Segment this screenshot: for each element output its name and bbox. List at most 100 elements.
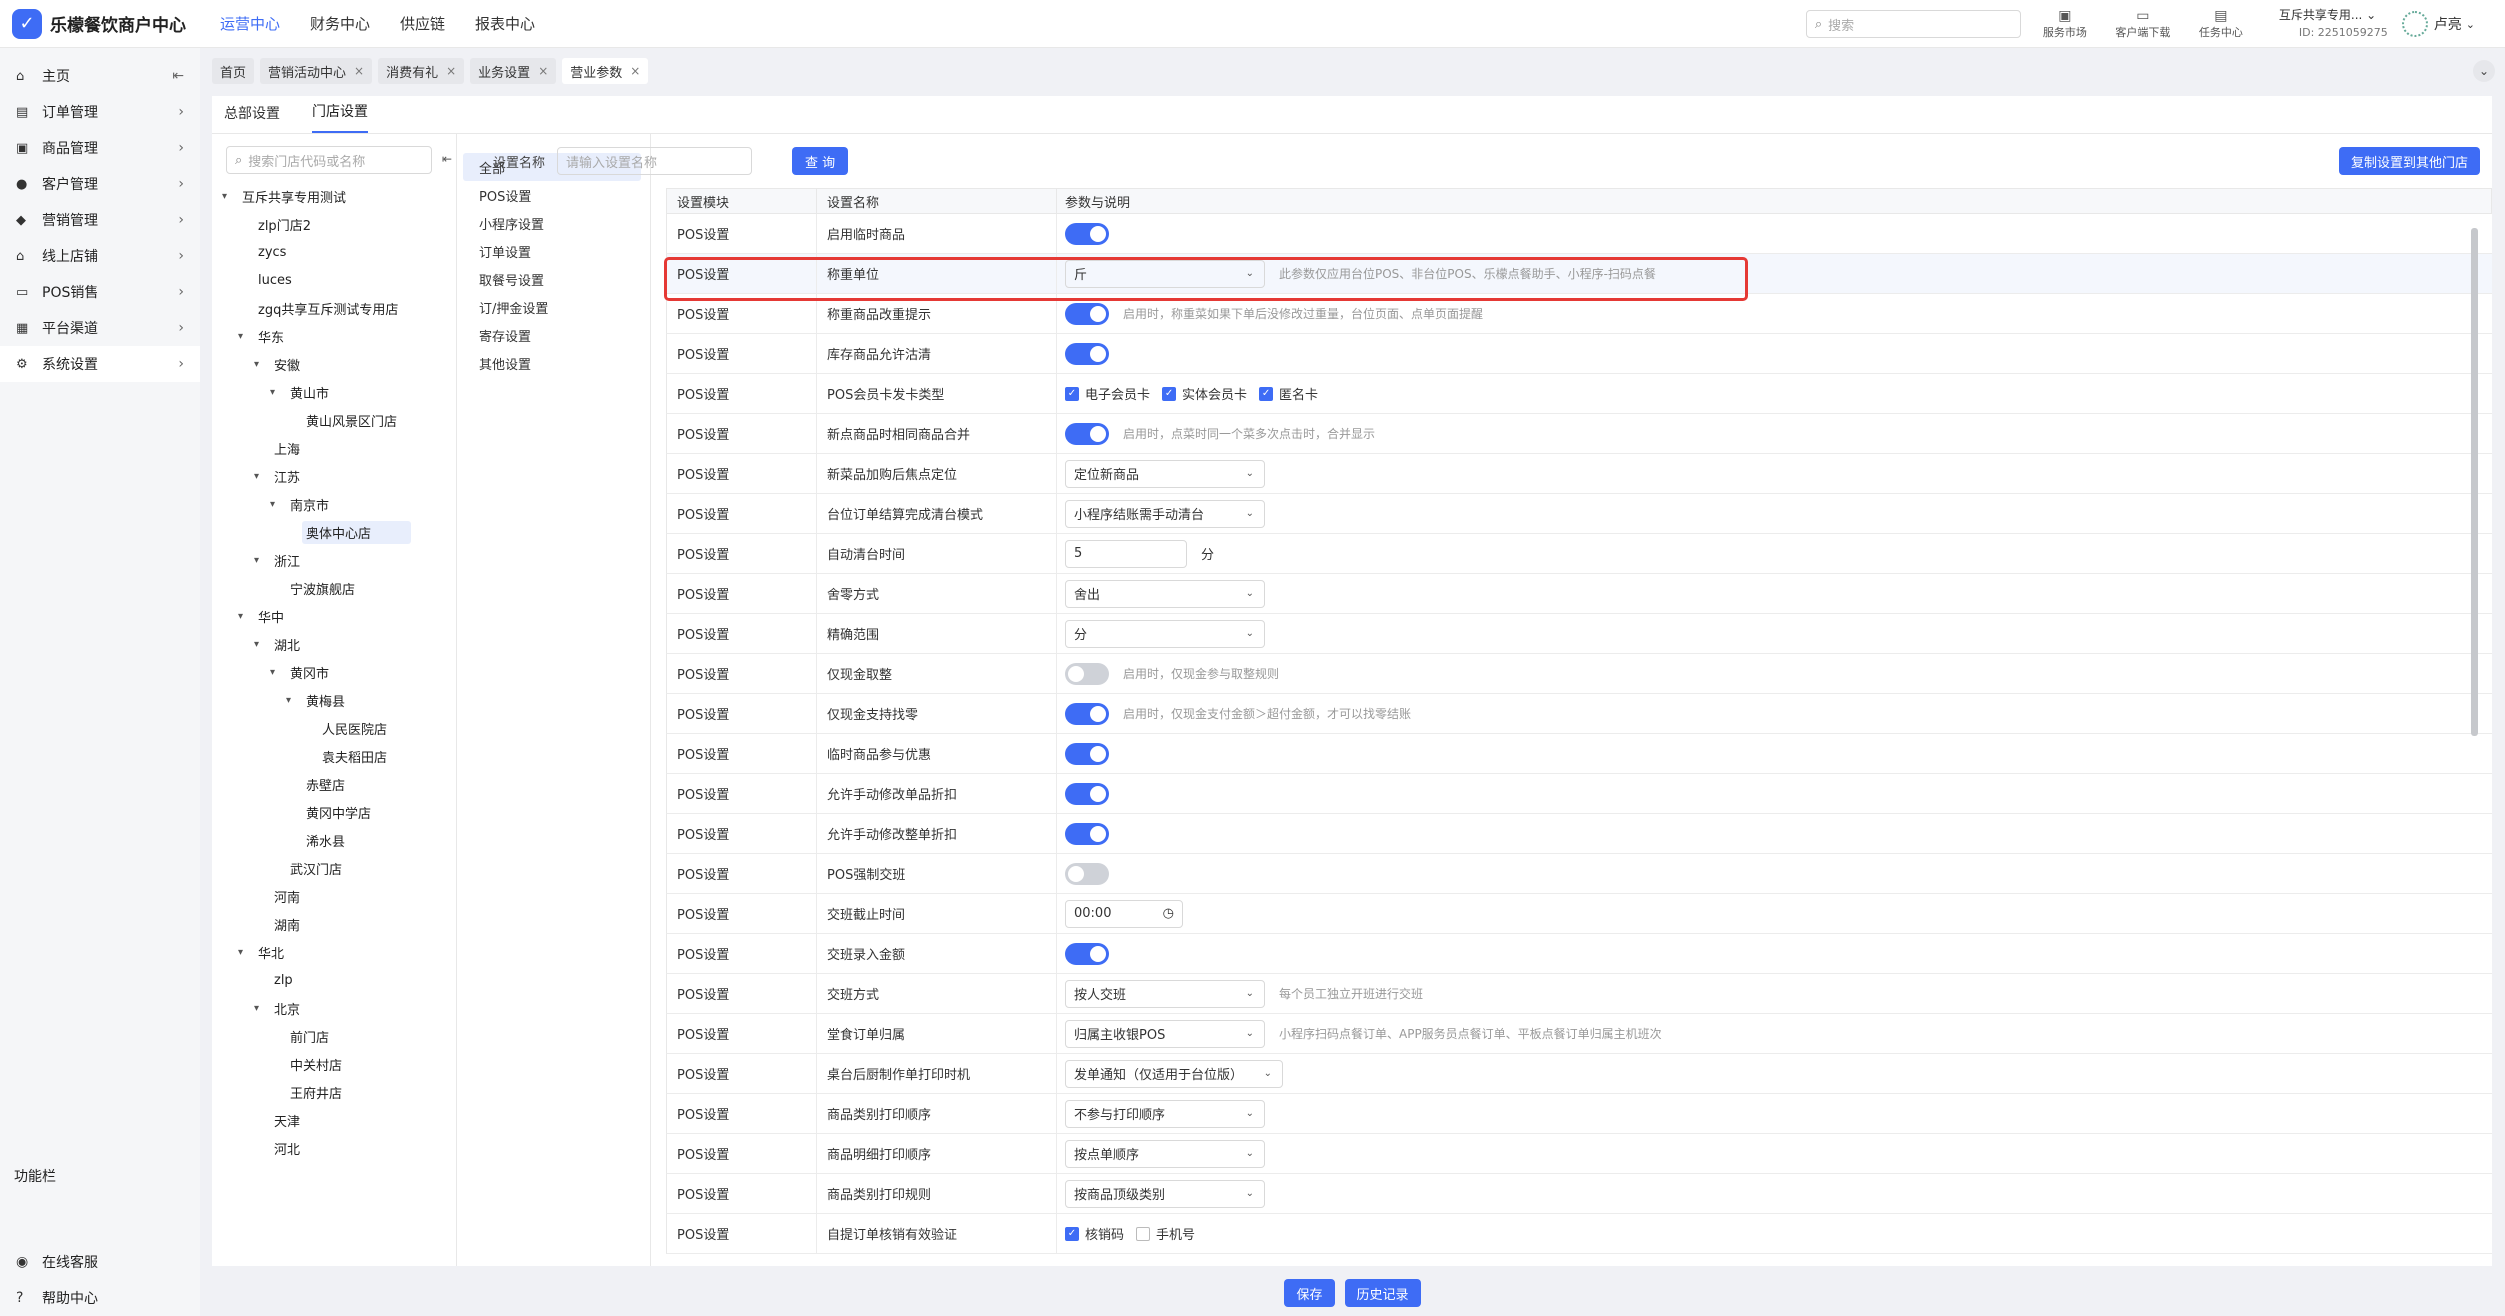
caret-down-icon[interactable]: ▾ [238, 331, 254, 342]
caret-down-icon[interactable]: ▾ [238, 947, 254, 958]
tree-node[interactable]: 宁波旗舰店 [222, 574, 457, 602]
caret-down-icon[interactable]: ▾ [270, 499, 286, 510]
checkbox[interactable]: ✓ 匿名卡 [1259, 384, 1318, 403]
close-icon[interactable]: × [354, 64, 364, 78]
sidebar-item[interactable]: ▣ 商品管理 › [0, 130, 200, 166]
user-menu[interactable]: 卢亮 ⌄ [2401, 11, 2475, 37]
tree-node[interactable]: ▾ 黄山市 [222, 378, 457, 406]
caret-down-icon[interactable]: ▾ [222, 191, 238, 202]
query-button[interactable]: 查 询 [792, 147, 849, 175]
tree-node[interactable]: zlp [222, 966, 457, 994]
page-tab[interactable]: 业务设置 × [470, 58, 557, 84]
header-tool[interactable]: ▣ 服务市场 [2035, 8, 2095, 40]
caret-down-icon[interactable]: ▾ [254, 471, 270, 482]
toggle-switch[interactable] [1065, 942, 1109, 965]
caret-down-icon[interactable]: ▾ [286, 695, 302, 706]
caret-down-icon[interactable]: ▾ [254, 639, 270, 650]
tree-node[interactable]: 武汉门店 [222, 854, 457, 882]
sidebar-item[interactable]: ◆ 营销管理 › [0, 202, 200, 238]
category-item[interactable]: 订/押金设置 [463, 293, 641, 321]
caret-down-icon[interactable]: ▾ [254, 359, 270, 370]
tree-node[interactable]: 奥体中心店 [222, 518, 457, 546]
checkbox[interactable]: ✓ 实体会员卡 [1162, 384, 1247, 403]
select-dropdown[interactable]: 分 ⌄ [1065, 619, 1265, 648]
checkbox[interactable]: ✓ 电子会员卡 [1065, 384, 1150, 403]
page-tab[interactable]: 营销活动中心 × [260, 58, 373, 84]
setting-name-input[interactable]: 请输入设置名称 [557, 147, 753, 175]
caret-down-icon[interactable]: ▾ [270, 387, 286, 398]
tree-node[interactable]: ▾ 互斥共享专用测试 [222, 182, 457, 210]
toggle-switch[interactable] [1065, 742, 1109, 765]
tree-node[interactable]: 人民医院店 [222, 714, 457, 742]
tree-node[interactable]: ▾ 华东 [222, 322, 457, 350]
tree-node[interactable]: 赤壁店 [222, 770, 457, 798]
sidebar-item[interactable]: ⌂ 主页 ⇤ [0, 58, 200, 94]
caret-down-icon[interactable]: ▾ [254, 1003, 270, 1014]
settings-subtab[interactable]: 总部设置 [224, 103, 280, 133]
select-dropdown[interactable]: 按点单顺序 ⌄ [1065, 1139, 1265, 1168]
sidebar-item[interactable]: ⌂ 线上店铺 › [0, 238, 200, 274]
account-switcher[interactable]: 互斥共享专用... ⌄ ID: 2251059275 [2279, 6, 2388, 42]
store-search-input[interactable]: ⌕ 搜索门店代码或名称 [226, 146, 432, 174]
topnav-item[interactable]: 报表中心 [475, 13, 535, 34]
select-dropdown[interactable]: 斤 ⌄ [1065, 259, 1265, 288]
tree-node[interactable]: 上海 [222, 434, 457, 462]
close-icon[interactable]: × [630, 64, 640, 78]
toggle-switch[interactable] [1065, 862, 1109, 885]
tree-node[interactable]: 王府井店 [222, 1078, 457, 1106]
select-dropdown[interactable]: 小程序结账需手动清台 ⌄ [1065, 499, 1265, 528]
tree-node[interactable]: ▾ 安徽 [222, 350, 457, 378]
settings-subtab[interactable]: 门店设置 [312, 101, 368, 133]
checkbox[interactable]: 手机号 [1136, 1224, 1195, 1243]
time-picker[interactable]: 00:00 ◷ [1065, 899, 1183, 928]
tree-node[interactable]: ▾ 华中 [222, 602, 457, 630]
copy-settings-button[interactable]: 复制设置到其他门店 [2338, 147, 2480, 175]
caret-down-icon[interactable]: ▾ [238, 611, 254, 622]
tree-node[interactable]: ▾ 南京市 [222, 490, 457, 518]
topnav-item[interactable]: 供应链 [400, 13, 445, 34]
save-button[interactable]: 保存 [1284, 1279, 1335, 1307]
category-item[interactable]: 寄存设置 [463, 321, 641, 349]
page-tab[interactable]: 营业参数 × [562, 58, 649, 84]
table-scrollbar[interactable] [2471, 228, 2478, 736]
tree-node[interactable]: 黄山风景区门店 [222, 406, 457, 434]
category-item[interactable]: 小程序设置 [463, 209, 641, 237]
select-dropdown[interactable]: 定位新商品 ⌄ [1065, 459, 1265, 488]
global-search-input[interactable]: ⌕ 搜索 [1805, 10, 2021, 38]
tabs-menu-chevron-icon[interactable]: ⌄ [2473, 60, 2495, 82]
tree-node[interactable]: 袁夫稻田店 [222, 742, 457, 770]
header-tool[interactable]: ▭ 客户端下载 [2113, 8, 2173, 40]
collapse-sidebar-icon[interactable]: ⇤ [172, 68, 184, 84]
category-item[interactable]: 取餐号设置 [463, 265, 641, 293]
sidebar-item[interactable]: ▤ 订单管理 › [0, 94, 200, 130]
tree-node[interactable]: 河南 [222, 882, 457, 910]
select-dropdown[interactable]: 不参与打印顺序 ⌄ [1065, 1099, 1265, 1128]
tree-node[interactable]: ▾ 湖北 [222, 630, 457, 658]
tree-node[interactable]: ▾ 北京 [222, 994, 457, 1022]
sidebar-item[interactable]: ⚙ 系统设置 › [0, 346, 200, 382]
category-item[interactable]: 其他设置 [463, 349, 641, 377]
tree-node[interactable]: luces [222, 266, 457, 294]
select-dropdown[interactable]: 归属主收银POS ⌄ [1065, 1019, 1265, 1048]
number-input[interactable]: 5 [1065, 539, 1187, 568]
select-dropdown[interactable]: 按人交班 ⌄ [1065, 979, 1265, 1008]
tree-node[interactable]: 浠水县 [222, 826, 457, 854]
tree-node[interactable]: zlp门店2 [222, 210, 457, 238]
topnav-item[interactable]: 财务中心 [310, 13, 370, 34]
tree-node[interactable]: zgq共享互斥测试专用店 [222, 294, 457, 322]
toggle-switch[interactable] [1065, 422, 1109, 445]
select-dropdown[interactable]: 发单通知（仅适用于台位版） ⌄ [1065, 1059, 1283, 1088]
checkbox[interactable]: ✓ 核销码 [1065, 1224, 1124, 1243]
sidebar-footer-item[interactable]: ? 帮助中心 [16, 1288, 98, 1308]
category-item[interactable]: POS设置 [463, 181, 641, 209]
sidebar-footer-item[interactable]: ◉ 在线客服 [16, 1252, 98, 1272]
tree-node[interactable]: 黄冈中学店 [222, 798, 457, 826]
tree-node[interactable]: 河北 [222, 1134, 457, 1162]
tree-node[interactable]: ▾ 黄梅县 [222, 686, 457, 714]
topnav-item[interactable]: 运营中心 [220, 13, 280, 34]
select-dropdown[interactable]: 舍出 ⌄ [1065, 579, 1265, 608]
sidebar-item[interactable]: ▭ POS销售 › [0, 274, 200, 310]
tree-node[interactable]: zycs [222, 238, 457, 266]
toggle-switch[interactable] [1065, 702, 1109, 725]
header-tool[interactable]: ▤ 任务中心 [2191, 8, 2251, 40]
